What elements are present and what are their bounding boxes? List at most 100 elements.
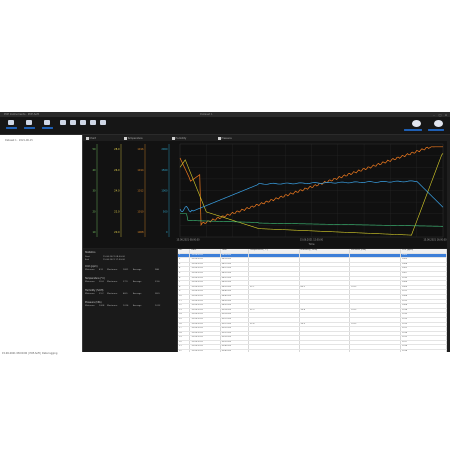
y-axis-tick-label: 1014 — [137, 169, 144, 172]
end-label: End — [85, 259, 89, 261]
start-value: 15.06.2021 08:00:00 — [103, 256, 125, 258]
sidebar-tree-item[interactable]: Dataset 1 · 2021-06-15 — [5, 139, 33, 142]
x-axis-tick-label: 15.06.2021 12:00:00 — [300, 239, 324, 242]
x-axis-tick-label: 15.06.2021 16:00:00 — [423, 239, 447, 242]
plug-icon — [8, 120, 14, 125]
status-bar-text: 15.06.2021 08:00:00 | PCE-Soft | Data lo… — [2, 352, 58, 355]
record-icon — [90, 120, 96, 125]
stats-max: Maximum — [107, 293, 118, 295]
print-icon — [100, 120, 106, 125]
stats-group-row: Minimum 31.2 Maximum 48.5 Average 38.9 — [85, 293, 175, 296]
y-axis-tick-label: 1000 — [161, 190, 168, 193]
stats-min-value: 31.2 — [99, 293, 104, 295]
x-axis-title: Time — [309, 243, 315, 246]
tab-square-icon — [124, 137, 127, 140]
stats-avg-value: 1012 — [155, 305, 161, 307]
gear-icon — [70, 120, 76, 125]
stats-max-value: 27.9 — [123, 281, 128, 283]
tab-square-icon — [86, 137, 89, 140]
stats-avg: Average — [133, 305, 142, 307]
y-axis-tick-label: 30 — [92, 190, 96, 193]
moon-icon[interactable] — [412, 120, 421, 127]
y-axis-tick-label: 1008 — [137, 231, 144, 234]
stats-group-title: Humidity (%RH) — [85, 289, 104, 292]
open-button[interactable] — [24, 119, 35, 130]
tab-chart[interactable]: Chart — [86, 137, 96, 140]
table-cell: 15.06.2021 — [189, 349, 221, 352]
y-axis-tick-label: 22.0 — [114, 210, 120, 213]
tab-label: Pressure — [221, 137, 232, 140]
tab-label: Temperature — [127, 137, 143, 140]
data-table: No. Date Time Temperature [°C] Humidity [%RH… — [178, 249, 447, 352]
folder-icon — [26, 120, 32, 125]
tab-pressure[interactable]: Pressure — [218, 137, 232, 140]
table-body: 1 15.06.2021 08:00:00 1000 2 15.06.2021 08:05:… — [178, 253, 447, 352]
tab-square-icon — [218, 137, 221, 140]
table-cell: 22 — [178, 349, 191, 352]
table-cell — [349, 349, 401, 352]
y-axis-tick-label: 24.0 — [114, 190, 120, 193]
y-axis-tick-label: 1010 — [137, 210, 144, 213]
stats-group-row: Minimum 1008 Maximum 1016 Average 1012 — [85, 305, 175, 308]
statistics-heading: Statistics — [85, 251, 96, 254]
y-axis-tick-label: 28.0 — [114, 148, 120, 151]
x-axis-tick-label: 15.06.2021 08:00:00 — [176, 239, 200, 242]
window-center-title: Dataset 1 — [200, 113, 213, 116]
sidebar: Dataset 1 · 2021-06-15 — [0, 135, 83, 352]
sun-icon[interactable] — [434, 120, 443, 127]
stats-min-value: 412 — [99, 269, 103, 271]
connect-button[interactable] — [6, 119, 17, 130]
table-cell: 1018 — [400, 349, 447, 352]
stats-group-row: Minimum 412 Maximum 1821 Average 986 — [85, 269, 175, 272]
stats-group-title: Temperature (°C) — [85, 277, 105, 280]
stats-avg: Average — [133, 269, 142, 271]
stats-max: Maximum — [107, 281, 118, 283]
export-button[interactable] — [42, 119, 53, 130]
button-label-bar — [24, 126, 35, 129]
print-button[interactable] — [98, 119, 109, 130]
stats-min: Minimum — [85, 293, 95, 295]
y-axis-tick-label: 500 — [163, 210, 168, 213]
stats-avg-value: 38.9 — [155, 293, 160, 295]
maximize-icon[interactable]: □ — [438, 113, 442, 117]
search-icon — [60, 120, 66, 125]
stats-max-value: 1821 — [123, 269, 129, 271]
stats-end-row: End 15.06.2021 17:30:00 — [85, 259, 175, 262]
table-row[interactable]: 22 15.06.2021 09:45:00 1018 — [178, 349, 447, 352]
stats-avg: Average — [133, 281, 142, 283]
app-window: PCE Instruments · PCE-Soft Dataset 1 – □… — [0, 112, 450, 352]
stats-max: Maximum — [107, 305, 118, 307]
close-icon[interactable]: × — [444, 113, 448, 117]
tab-label: Humidity — [175, 137, 187, 140]
y-axis-tick-label: 10 — [92, 231, 96, 234]
stats-min: Minimum — [85, 305, 95, 307]
data-table-container[interactable]: No. Date Time Temperature [°C] Humidity [%RH… — [178, 249, 447, 352]
help-icon — [80, 120, 86, 125]
toolbar — [0, 117, 450, 135]
stats-min-value: 20.4 — [99, 281, 104, 283]
lower-panel: Statistics Start 15.06.2021 08:00:00 End… — [83, 249, 447, 352]
stats-avg-value: 986 — [155, 269, 159, 271]
end-value: 15.06.2021 17:30:00 — [103, 259, 125, 261]
tab-label: Chart — [89, 137, 97, 140]
light-mode-label[interactable] — [428, 128, 444, 131]
y-axis-tick-label: 20 — [92, 210, 96, 213]
tab-temperature[interactable]: Temperature — [124, 137, 143, 140]
table-cell — [299, 349, 351, 352]
stats-max-value: 48.5 — [123, 293, 128, 295]
y-axis-tick-label: 26.0 — [114, 169, 120, 172]
stats-group-title: CO2 (ppm) — [85, 265, 98, 268]
chart-svg: 50 40 30 20 10 28.0 26.0 24.0 22.0 20.0 1016 1014 10… — [92, 143, 447, 246]
y-axis-tick-label: 1500 — [161, 169, 168, 172]
stats-min: Minimum — [85, 269, 95, 271]
stats-max-value: 1016 — [123, 305, 129, 307]
statistics-panel: Statistics Start 15.06.2021 08:00:00 End… — [83, 249, 178, 352]
table-cell — [248, 349, 300, 352]
stats-min-value: 1008 — [99, 305, 105, 307]
y-axis-tick-label: 20.0 — [114, 231, 120, 234]
stats-avg: Average — [133, 293, 142, 295]
minimize-icon[interactable]: – — [432, 113, 436, 117]
tab-humidity[interactable]: Humidity — [172, 137, 186, 140]
dark-mode-label[interactable] — [404, 128, 422, 131]
y-axis-tick-label: 1016 — [137, 148, 144, 151]
